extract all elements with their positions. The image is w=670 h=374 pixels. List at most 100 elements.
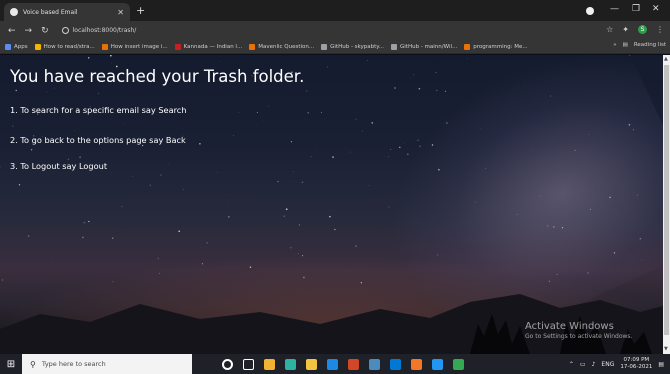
bookmark-label: How insert image i...	[110, 43, 168, 50]
star	[329, 215, 331, 218]
site-info-icon[interactable]	[61, 27, 69, 34]
visual-studio-icon[interactable]	[432, 358, 443, 370]
star	[53, 87, 55, 89]
star	[98, 93, 99, 94]
jupyter-icon[interactable]	[411, 358, 422, 370]
profile-badge[interactable]: S	[638, 25, 647, 34]
back-arrow-icon[interactable]: ←	[8, 26, 16, 36]
star	[332, 156, 334, 158]
star	[217, 172, 218, 173]
profile-icon[interactable]	[586, 7, 594, 15]
reload-icon[interactable]: ↻	[41, 26, 49, 36]
bookmark-item[interactable]: GitHub - skypabty...	[321, 43, 385, 50]
tray-chevron-icon[interactable]: ⌃	[569, 361, 574, 368]
bookmark-label: programming: Me...	[473, 43, 528, 50]
vscode-icon[interactable]	[390, 358, 401, 370]
star	[83, 221, 86, 224]
star	[121, 205, 123, 207]
star	[0, 166, 1, 168]
star	[67, 158, 70, 161]
cortana-icon[interactable]	[222, 358, 233, 370]
bookmark-item[interactable]: programming: Me...	[464, 43, 528, 50]
edge-icon[interactable]	[285, 358, 296, 370]
address-bar[interactable]: localhost:8000/trash/	[61, 27, 137, 34]
star	[301, 181, 304, 184]
star	[206, 242, 208, 244]
star	[283, 215, 286, 217]
bookmark-label: GitHub - mainn/Wil...	[400, 43, 458, 50]
bookmarks-right: » ▤ Reading list	[613, 42, 666, 48]
star	[88, 220, 90, 223]
page-scrollbar[interactable]: ▲ ▼	[663, 55, 670, 354]
tab-favicon-icon	[10, 8, 18, 16]
bookmarks-more-button[interactable]: »	[613, 42, 616, 48]
language-indicator[interactable]: ENG	[601, 361, 614, 368]
star	[18, 184, 21, 186]
minimize-button[interactable]: —	[610, 4, 619, 14]
star	[371, 122, 373, 124]
bookmark-item[interactable]: GitHub - mainn/Wil...	[391, 43, 458, 50]
taskbar-search-box[interactable]: ⚲ Type here to search	[22, 354, 192, 374]
star	[232, 135, 234, 136]
reading-list-button[interactable]: Reading list	[634, 42, 666, 48]
star	[290, 141, 292, 143]
extension-icon[interactable]: ✦	[622, 25, 629, 34]
explorer-icon[interactable]	[306, 358, 317, 370]
chrome-icon[interactable]	[453, 358, 464, 370]
bookmark-label: Apps	[14, 43, 28, 50]
powerpoint-icon[interactable]	[348, 358, 359, 370]
volume-icon[interactable]: ♪	[592, 361, 596, 368]
toolbar-actions: ☆ ✦ S ⋮	[606, 25, 664, 34]
clock-date: 17-06-2021	[620, 364, 653, 370]
maximize-button[interactable]: ❐	[632, 4, 640, 14]
tab-close-icon[interactable]: ✕	[117, 8, 124, 17]
star	[320, 112, 322, 114]
python-icon[interactable]	[369, 358, 380, 370]
reading-list-icon[interactable]: ▤	[623, 42, 628, 48]
task-view-icon[interactable]	[243, 358, 254, 370]
star	[324, 183, 326, 185]
star	[277, 180, 279, 183]
bookmark-item[interactable]: Apps	[5, 43, 28, 50]
windows-start-icon[interactable]: ⊞	[0, 359, 22, 370]
url-text: localhost:8000/trash/	[72, 27, 137, 34]
scroll-up-icon[interactable]: ▲	[664, 56, 668, 62]
search-icon: ⚲	[30, 359, 36, 369]
menu-kebab-icon[interactable]: ⋮	[656, 25, 664, 34]
star	[112, 237, 114, 239]
star	[228, 199, 230, 201]
star	[79, 156, 81, 159]
close-window-button[interactable]: ✕	[652, 4, 660, 14]
star	[413, 74, 415, 76]
star	[15, 89, 17, 92]
bookmark-item[interactable]: Kannada — Indian l...	[174, 43, 242, 50]
star	[410, 77, 412, 79]
store-icon[interactable]	[264, 358, 275, 370]
bookmark-label: GitHub - skypabty...	[330, 43, 385, 50]
network-icon[interactable]: ▭	[580, 361, 586, 368]
bookmark-item[interactable]: How to read/stra...	[34, 43, 95, 50]
instruction-logout: 3. To Logout say Logout	[10, 161, 108, 171]
star	[141, 144, 144, 147]
bookmark-favicon-icon	[249, 43, 256, 50]
notifications-icon[interactable]: ▤	[658, 361, 664, 368]
star	[149, 184, 151, 186]
bookmark-item[interactable]: Mavenlic Question...	[249, 43, 314, 50]
taskbar-clock[interactable]: 07:09 PM 17-06-2021	[620, 357, 652, 371]
browser-tab[interactable]: Voice based Email ✕	[4, 3, 130, 21]
star	[110, 55, 112, 57]
mail-icon[interactable]	[327, 358, 338, 370]
bookmarks-bar: Apps How to read/stra... How insert image …	[0, 40, 670, 54]
scroll-down-icon[interactable]: ▼	[664, 346, 668, 352]
star	[367, 60, 369, 61]
forward-arrow-icon[interactable]: →	[25, 26, 33, 36]
scrollbar-thumb[interactable]	[664, 65, 669, 335]
bookmark-item[interactable]: How insert image i...	[101, 43, 168, 50]
new-tab-button[interactable]: +	[136, 4, 145, 17]
bookmark-star-icon[interactable]: ☆	[606, 25, 613, 34]
bookmark-favicon-icon	[5, 43, 11, 50]
star	[238, 112, 240, 113]
star	[394, 87, 396, 89]
star	[27, 235, 30, 237]
bookmark-favicon-icon	[321, 43, 328, 50]
